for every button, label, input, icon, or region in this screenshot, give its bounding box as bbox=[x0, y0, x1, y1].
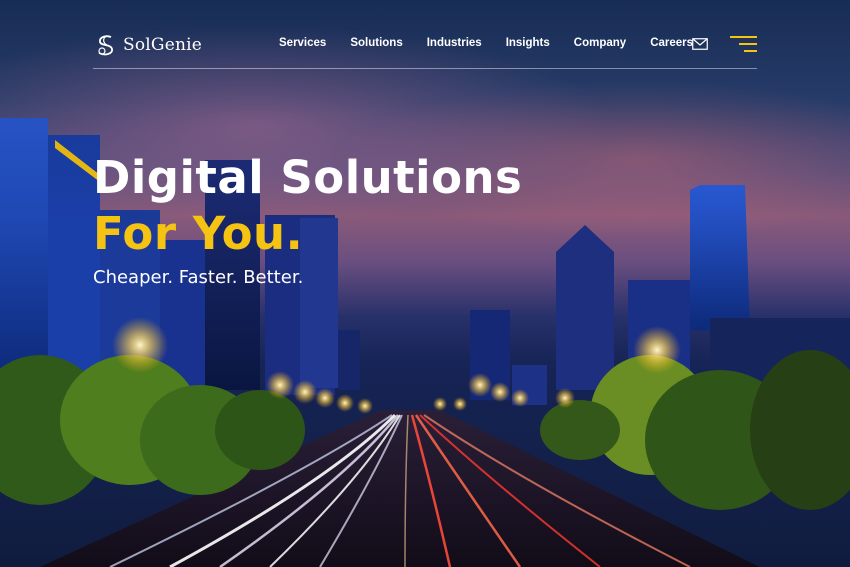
main-nav: Services Solutions Industries Insights C… bbox=[279, 37, 717, 49]
nav-item-solutions[interactable]: Solutions bbox=[350, 37, 402, 49]
headline-line-1: Digital Solutions bbox=[93, 151, 523, 204]
brand-logo[interactable]: SolGenie bbox=[93, 30, 202, 60]
nav-item-insights[interactable]: Insights bbox=[506, 37, 550, 49]
hero-headline: Digital Solutions For You. Cheaper. Fast… bbox=[93, 150, 522, 291]
envelope-icon[interactable] bbox=[692, 38, 708, 50]
solgenie-s-logo-icon bbox=[98, 35, 113, 56]
nav-item-industries[interactable]: Industries bbox=[427, 37, 482, 49]
top-navigation-bar: SolGenie Services Solutions Industries I… bbox=[93, 28, 757, 69]
headline-line-2: For You. bbox=[93, 207, 304, 260]
nav-item-services[interactable]: Services bbox=[279, 37, 326, 49]
nav-item-careers[interactable]: Careers bbox=[650, 37, 693, 49]
brand-name: SolGenie bbox=[123, 35, 203, 55]
hero-tagline: Cheaper. Faster. Better. bbox=[93, 267, 304, 288]
hamburger-menu-icon[interactable] bbox=[730, 35, 757, 53]
nav-item-company[interactable]: Company bbox=[574, 37, 626, 49]
